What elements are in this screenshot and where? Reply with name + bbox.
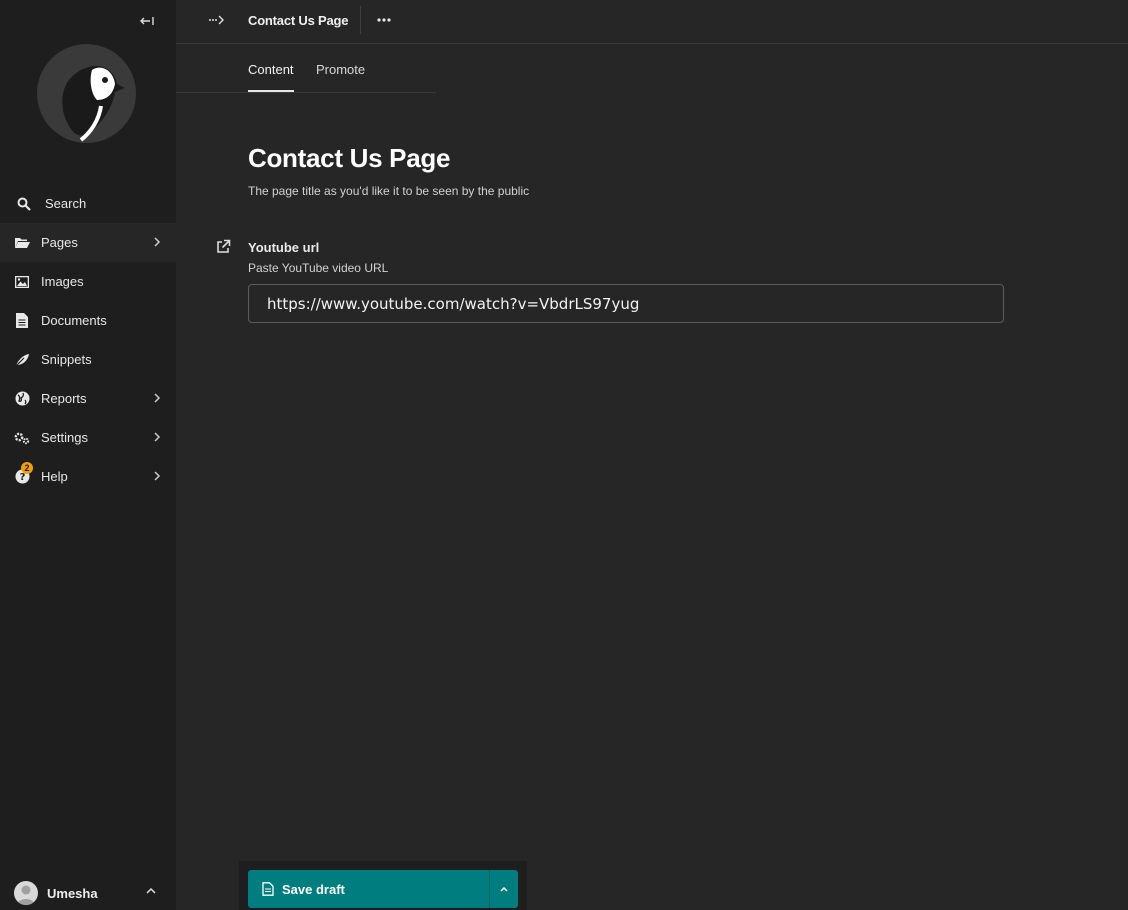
avatar [14, 881, 38, 905]
cogs-icon [14, 430, 30, 446]
globe-icon [14, 391, 30, 407]
chevron-right-icon [154, 432, 161, 442]
sidebar-item-label: Documents [41, 313, 107, 328]
collapse-sidebar-button[interactable] [138, 12, 156, 30]
youtube-url-help: Paste YouTube video URL [248, 261, 389, 275]
chevron-up-icon [500, 886, 508, 892]
sidebar-item-label: Snippets [41, 352, 92, 367]
save-draft-button[interactable]: Save draft [248, 870, 489, 908]
account-menu[interactable]: Umesha [0, 876, 176, 910]
sidebar-item-search[interactable]: Search [0, 184, 176, 223]
sidebar-item-label: Search [45, 196, 87, 211]
document-icon [262, 882, 274, 896]
save-draft-label: Save draft [282, 881, 345, 897]
sidebar: Search Pages Images Documents Snippets R… [0, 0, 176, 910]
page-actions-button[interactable] [374, 12, 394, 28]
sidebar-item-images[interactable]: Images [0, 262, 176, 301]
sidebar-item-snippets[interactable]: Snippets [0, 340, 176, 379]
sidebar-item-label: Images [41, 274, 84, 289]
chevron-up-icon [146, 887, 156, 894]
header-divider [360, 6, 361, 34]
tab-bar: Content Promote [176, 44, 436, 93]
folder-open-icon [14, 235, 30, 251]
footer-action-bar: Save draft [239, 861, 527, 910]
collapse-left-icon [140, 17, 154, 25]
chevron-right-icon [154, 237, 161, 247]
sidebar-item-label: Help [41, 469, 68, 484]
page-title-help: The page title as you'd like it to be se… [248, 184, 530, 198]
tab-promote[interactable]: Promote [316, 62, 365, 77]
more-actions-toggle[interactable] [489, 870, 518, 908]
document-icon [14, 313, 30, 329]
breadcrumb-expand-icon [209, 15, 224, 25]
external-link-icon [217, 239, 231, 253]
tab-content[interactable]: Content [248, 62, 294, 77]
page-header: Contact Us Page [176, 0, 1128, 44]
breadcrumb-current-page[interactable]: Contact Us Page [248, 13, 349, 28]
help-icon: ? 2 [14, 461, 33, 485]
sidebar-item-documents[interactable]: Documents [0, 301, 176, 340]
page-title[interactable]: Contact Us Page [248, 143, 450, 174]
snippet-icon [14, 352, 30, 368]
chevron-right-icon [154, 393, 161, 403]
notification-badge: 2 [21, 461, 33, 474]
svg-text:?: ? [19, 472, 25, 483]
sidebar-item-label: Pages [41, 235, 78, 250]
sidebar-item-help[interactable]: ? 2 Help [0, 457, 176, 496]
account-name: Umesha [47, 885, 98, 901]
image-icon [14, 274, 30, 290]
sidebar-item-pages[interactable]: Pages [0, 223, 176, 262]
breadcrumb-toggle-button[interactable] [208, 12, 226, 28]
chevron-right-icon [154, 471, 161, 481]
sidebar-item-label: Settings [41, 430, 88, 445]
wagtail-bird-logo [62, 66, 125, 142]
youtube-url-label: Youtube url [248, 240, 320, 255]
open-link-button[interactable] [216, 239, 231, 254]
search-icon [16, 196, 32, 212]
youtube-url-input[interactable] [248, 284, 1004, 323]
more-horizontal-icon [377, 18, 391, 22]
wagtail-logo[interactable] [37, 44, 136, 143]
active-tab-indicator [248, 90, 294, 92]
sidebar-nav: Search Pages Images Documents Snippets R… [0, 184, 176, 496]
sidebar-item-reports[interactable]: Reports [0, 379, 176, 418]
sidebar-item-label: Reports [41, 391, 87, 406]
sidebar-item-settings[interactable]: Settings [0, 418, 176, 457]
